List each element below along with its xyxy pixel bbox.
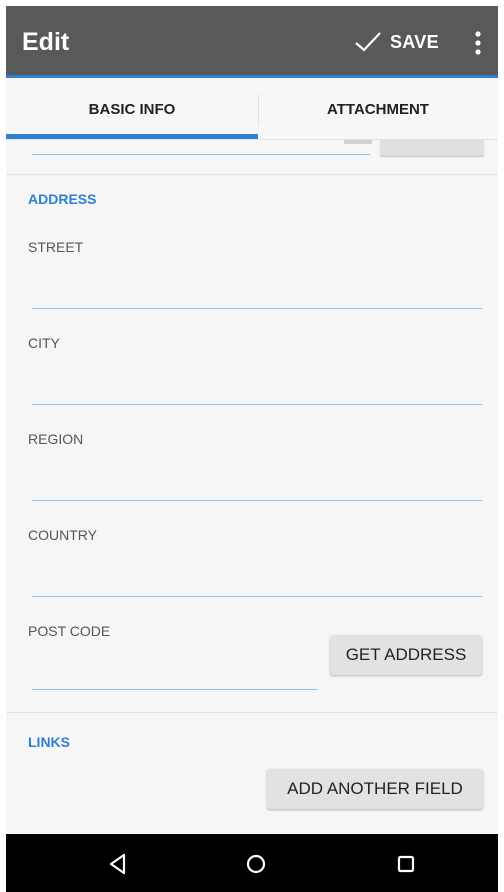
edit-screen: Edit SAVE BASIC INFO ATTACHMENT ADDRESS … (6, 6, 498, 892)
region-input[interactable] (32, 500, 482, 501)
home-circle-icon (246, 854, 266, 874)
more-vert-icon[interactable] (466, 30, 490, 56)
recents-button[interactable] (388, 846, 424, 882)
country-label: COUNTRY (28, 527, 97, 543)
home-button[interactable] (238, 846, 274, 882)
country-input[interactable] (32, 596, 482, 597)
links-section-title: LINKS (28, 734, 70, 750)
system-nav-bar (6, 834, 498, 892)
get-address-button[interactable]: GET ADDRESS (330, 635, 482, 675)
checkmark-icon (355, 32, 381, 52)
tab-indicator (6, 134, 258, 139)
tab-attachment[interactable]: ATTACHMENT (258, 78, 498, 140)
previous-field-row (6, 140, 498, 176)
app-bar: Edit SAVE (6, 6, 498, 78)
previous-field-input[interactable] (32, 154, 370, 155)
section-divider (6, 174, 498, 175)
previous-field-checkbox[interactable] (344, 140, 372, 144)
back-triangle-icon (109, 853, 126, 875)
city-label: CITY (28, 335, 60, 351)
street-input[interactable] (32, 308, 482, 309)
screen-title: Edit (22, 28, 70, 56)
street-label: STREET (28, 239, 84, 255)
save-button[interactable]: SAVE (354, 28, 439, 56)
tab-basic-info[interactable]: BASIC INFO (6, 78, 258, 140)
section-divider (6, 712, 498, 713)
save-label: SAVE (390, 31, 439, 52)
city-input[interactable] (32, 404, 482, 405)
post-code-input[interactable] (32, 689, 318, 690)
back-button[interactable] (100, 846, 136, 882)
address-section-title: ADDRESS (28, 191, 97, 207)
add-another-field-button[interactable]: ADD ANOTHER FIELD (267, 769, 483, 809)
recents-square-icon (397, 855, 415, 873)
tab-bar: BASIC INFO ATTACHMENT (6, 78, 498, 140)
previous-field-button[interactable] (380, 140, 484, 156)
post-code-label: POST CODE (28, 623, 111, 639)
region-label: REGION (28, 431, 84, 447)
